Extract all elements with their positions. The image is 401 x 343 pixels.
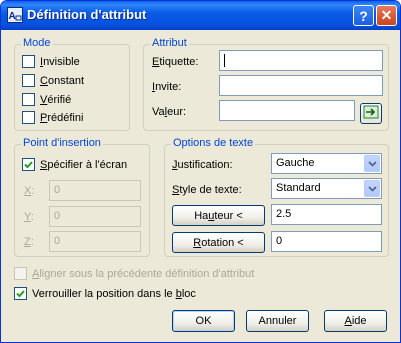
justification-select[interactable]: Gauche [271,153,382,174]
constant-checkbox[interactable]: Constant [22,74,84,87]
y-label: Y: [24,211,34,223]
invisible-checkbox[interactable]: Invisible [22,55,80,68]
tag-input[interactable] [219,50,383,71]
insert-field-icon [363,105,379,122]
cancel-button-label: Annuler [258,315,297,327]
verified-checkbox[interactable]: Vérifié [22,93,71,106]
insertion-point-legend: Point d'insertion [21,137,103,149]
align-below-checkbox[interactable]: Aligner sous la précédente définition d'… [14,267,254,280]
text-style-label: Style de texte: [172,184,242,196]
tag-label: Etiquette: [152,56,199,68]
checkbox-box[interactable] [22,158,35,171]
verified-label: Vérifié [40,93,72,106]
y-input[interactable]: 0 [49,206,141,227]
height-input[interactable]: 2.5 [271,204,382,225]
invisible-label: Invisible [40,55,80,68]
checkbox-box[interactable] [22,111,35,124]
rotation-input[interactable]: 0 [271,231,382,252]
help-button-label: Aide [344,315,367,327]
chevron-down-icon[interactable] [364,180,380,197]
justification-value: Gauche [276,157,315,169]
z-input[interactable]: 0 [49,231,141,252]
value-input[interactable] [219,100,355,121]
lock-position-label: Verrouiller la position dans le bloc [32,287,196,300]
checkmark-icon [24,161,33,169]
height-button-label: Hauteur < [194,209,243,222]
text-style-value: Standard [276,182,321,194]
x-label: X: [24,185,35,197]
attribute-definition-dialog: A Définition d'attribut ? ✕ Mode Invisib… [0,0,401,343]
rotation-button-label: Rotation < [193,236,244,249]
constant-label: Constant [40,74,85,87]
question-icon: ? [359,7,368,24]
preset-label: Prédéfini [40,111,84,124]
checkmark-icon [16,290,25,298]
mode-legend: Mode [21,37,53,49]
attribute-legend: Attribut [150,37,189,49]
ok-button-label: OK [195,315,212,327]
window-title: Définition d'attribut [27,7,147,22]
prompt-input[interactable] [219,75,383,96]
checkbox-box[interactable] [22,74,35,87]
insert-field-button[interactable] [360,103,382,124]
cancel-button[interactable]: Annuler [246,310,309,332]
help-button[interactable]: Aide [324,310,387,332]
autocad-attribute-icon: A [7,7,23,23]
title-bar[interactable]: A Définition d'attribut ? ✕ [1,1,400,30]
svg-text:A: A [9,11,16,22]
help-title-button[interactable]: ? [353,5,374,26]
close-button[interactable]: ✕ [376,5,397,26]
specify-on-screen-label: Spécifier à l'écran [40,158,128,171]
specify-on-screen-checkbox[interactable]: Spécifier à l'écran [22,158,127,171]
justification-label: Justification: [172,159,233,171]
text-style-select[interactable]: Standard [271,178,382,199]
value-label: Valeur: [152,106,187,118]
z-label: Z: [24,236,34,248]
chevron-down-icon[interactable] [364,155,380,172]
text-options-legend: Options de texte [171,137,256,149]
height-button[interactable]: Hauteur < [172,205,265,226]
align-below-label: Aligner sous la précédente définition d'… [32,267,255,280]
ok-button[interactable]: OK [172,310,235,332]
checkbox-box[interactable] [14,287,27,300]
x-input[interactable]: 0 [49,180,141,201]
close-icon: ✕ [380,7,393,23]
checkbox-box[interactable] [22,55,35,68]
rotation-button[interactable]: Rotation < [172,232,265,253]
prompt-label: Invite: [152,81,182,93]
lock-position-checkbox[interactable]: Verrouiller la position dans le bloc [14,287,196,300]
checkbox-box[interactable] [22,93,35,106]
text-caret [224,53,225,67]
preset-checkbox[interactable]: Prédéfini [22,111,83,124]
checkbox-box[interactable] [14,267,27,280]
